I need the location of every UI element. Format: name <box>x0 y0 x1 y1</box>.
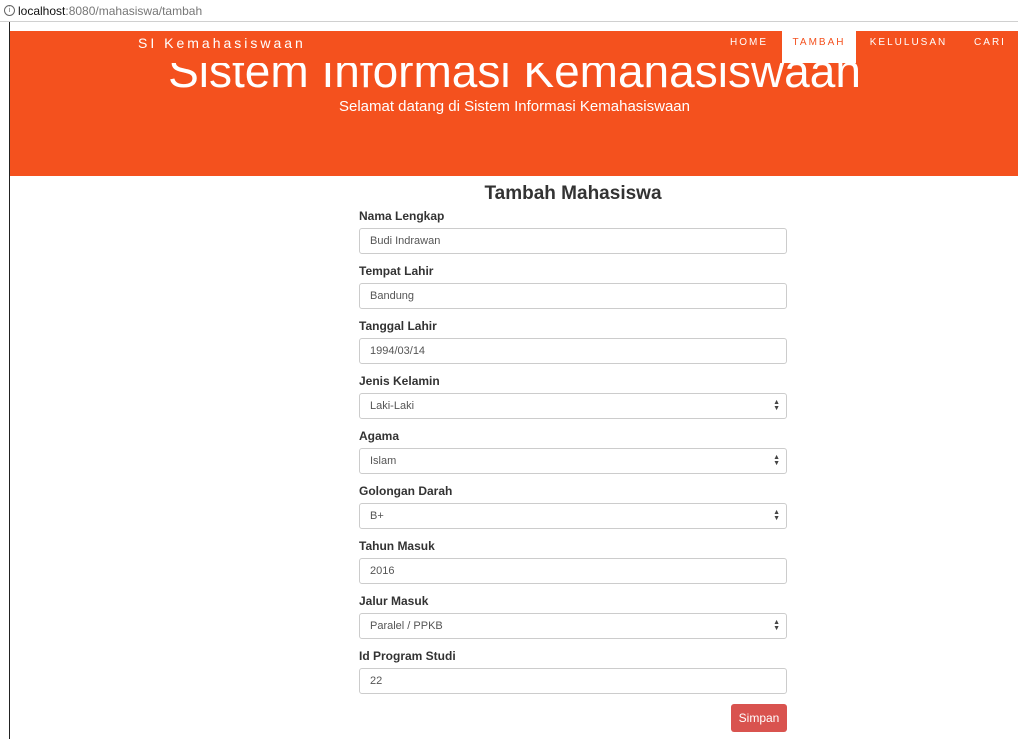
nama-lengkap-input[interactable]: Budi Indrawan <box>359 228 787 254</box>
field-label: Tempat Lahir <box>359 264 434 278</box>
info-icon[interactable]: i <box>4 5 15 17</box>
field-label: Agama <box>359 429 400 443</box>
address-bar[interactable]: i localhost:8080/mahasiswa/tambah <box>0 0 1018 22</box>
form-actions: Simpan <box>359 702 787 732</box>
jalur-masuk-select[interactable]: Paralel / PPKB ▲ ▼ <box>359 613 787 639</box>
select-value: Islam <box>370 455 397 467</box>
form-title: Tambah Mahasiswa <box>484 183 662 204</box>
field-label: Tanggal Lahir <box>359 319 437 333</box>
input-value: 22 <box>370 675 383 687</box>
field-label: Nama Lengkap <box>359 209 445 223</box>
input-value: 1994/03/14 <box>370 345 426 357</box>
select-value: B+ <box>370 510 384 522</box>
field-group-jalur-masuk: Jalur Masuk Paralel / PPKB ▲ ▼ <box>359 592 787 639</box>
nav-item-home[interactable]: HOME <box>716 31 782 63</box>
select-arrow-icon: ▲ ▼ <box>773 619 780 632</box>
field-label: Tahun Masuk <box>359 539 435 553</box>
field-group-tahun-masuk: Tahun Masuk 2016 <box>359 537 787 584</box>
tambah-mahasiswa-form: Tambah Mahasiswa Nama Lengkap Budi Indra… <box>359 182 787 732</box>
page-viewport: Sistem Informasi Kemahasiswaan Selamat d… <box>9 22 1018 739</box>
field-group-jenis-kelamin: Jenis Kelamin Laki-Laki ▲ ▼ <box>359 372 787 419</box>
input-value: 2016 <box>370 565 395 577</box>
field-group-agama: Agama Islam ▲ ▼ <box>359 427 787 474</box>
tanggal-lahir-input[interactable]: 1994/03/14 <box>359 338 787 364</box>
id-program-studi-input[interactable]: 22 <box>359 668 787 694</box>
jenis-kelamin-select[interactable]: Laki-Laki ▲ ▼ <box>359 393 787 419</box>
nav-item-cari[interactable]: CARI <box>961 31 1018 63</box>
agama-select[interactable]: Islam ▲ ▼ <box>359 448 787 474</box>
input-value: Bandung <box>370 290 415 302</box>
navbar-brand[interactable]: SI Kemahasiswaan <box>138 31 306 63</box>
tahun-masuk-input[interactable]: 2016 <box>359 558 787 584</box>
hero-subtitle: Selamat datang di Sistem Informasi Kemah… <box>338 98 690 115</box>
field-label: Jalur Masuk <box>359 594 429 608</box>
nav-menu: HOME TAMBAH KELULUSAN CARI <box>716 31 1018 63</box>
select-value: Paralel / PPKB <box>370 620 443 632</box>
nav-item-tambah[interactable]: TAMBAH <box>782 31 856 63</box>
nav-item-kelulusan[interactable]: KELULUSAN <box>856 31 961 63</box>
select-value: Laki-Laki <box>370 400 415 412</box>
field-group-nama: Nama Lengkap Budi Indrawan <box>359 207 787 254</box>
select-arrow-icon: ▲ ▼ <box>773 399 780 412</box>
simpan-button[interactable]: Simpan <box>731 704 787 732</box>
golongan-darah-select[interactable]: B+ ▲ ▼ <box>359 503 787 529</box>
navbar: SI Kemahasiswaan HOME TAMBAH KELULUSAN C… <box>10 31 1018 63</box>
select-arrow-icon: ▲ ▼ <box>773 454 780 467</box>
select-arrow-icon: ▲ ▼ <box>773 509 780 522</box>
field-group-tanggal-lahir: Tanggal Lahir 1994/03/14 <box>359 317 787 364</box>
field-label: Jenis Kelamin <box>359 374 440 388</box>
field-label: Golongan Darah <box>359 484 453 498</box>
url-host: localhost <box>18 4 66 18</box>
url-path: :8080/mahasiswa/tambah <box>65 4 203 18</box>
browser-window: i localhost:8080/mahasiswa/tambah Sistem … <box>0 0 1018 739</box>
tempat-lahir-input[interactable]: Bandung <box>359 283 787 309</box>
field-group-tempat-lahir: Tempat Lahir Bandung <box>359 262 787 309</box>
field-group-id-program-studi: Id Program Studi 22 <box>359 647 787 694</box>
field-label: Id Program Studi <box>359 649 456 663</box>
field-group-golongan-darah: Golongan Darah B+ ▲ ▼ <box>359 482 787 529</box>
input-value: Budi Indrawan <box>370 235 441 247</box>
